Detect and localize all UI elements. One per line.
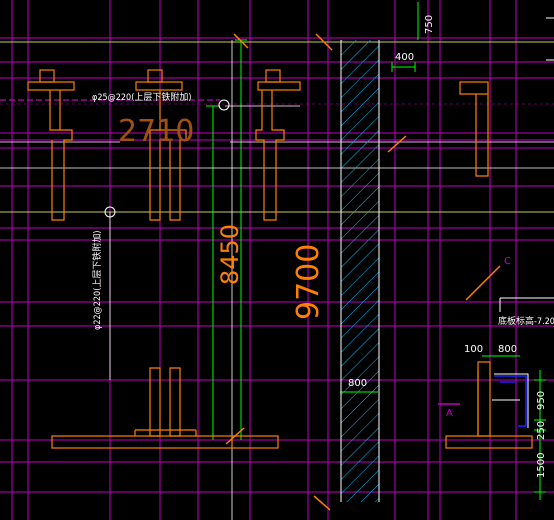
section-detail-blue — [494, 375, 527, 427]
dim-label-100: 100 — [464, 344, 483, 355]
section-marker-a: A — [446, 408, 453, 419]
concrete-wall-section — [340, 40, 380, 502]
dim-label-9700: 9700 — [291, 244, 326, 320]
dim-label-400: 400 — [395, 52, 414, 63]
section-marker-c: C — [504, 256, 511, 267]
bottom-elevation-label: 底板标高-7.20 — [498, 315, 554, 327]
rebar-details-orange — [27, 69, 533, 449]
dim-label-950: 950 — [536, 391, 547, 410]
rebar-label-mid: φ22@220(上层下铁附加) — [91, 230, 103, 330]
dim-label-800-wall: 800 — [348, 378, 367, 389]
dim-label-8450: 8450 — [216, 224, 244, 285]
dim-label-250: 250 — [536, 421, 547, 440]
dim-label-1500: 1500 — [536, 453, 547, 478]
dim-label-750: 750 — [424, 15, 435, 34]
cad-drawing-canvas[interactable]: φ25@220(上层下铁附加) φ22@220(上层下铁附加) 2710 845… — [0, 0, 554, 520]
dim-label-2710: 2710 — [118, 114, 194, 149]
node-circle-1[interactable] — [218, 99, 230, 111]
dim-label-800-right: 800 — [498, 344, 517, 355]
rebar-label-top: φ25@220(上层下铁附加) — [92, 91, 192, 103]
grid-lines — [0, 0, 554, 520]
